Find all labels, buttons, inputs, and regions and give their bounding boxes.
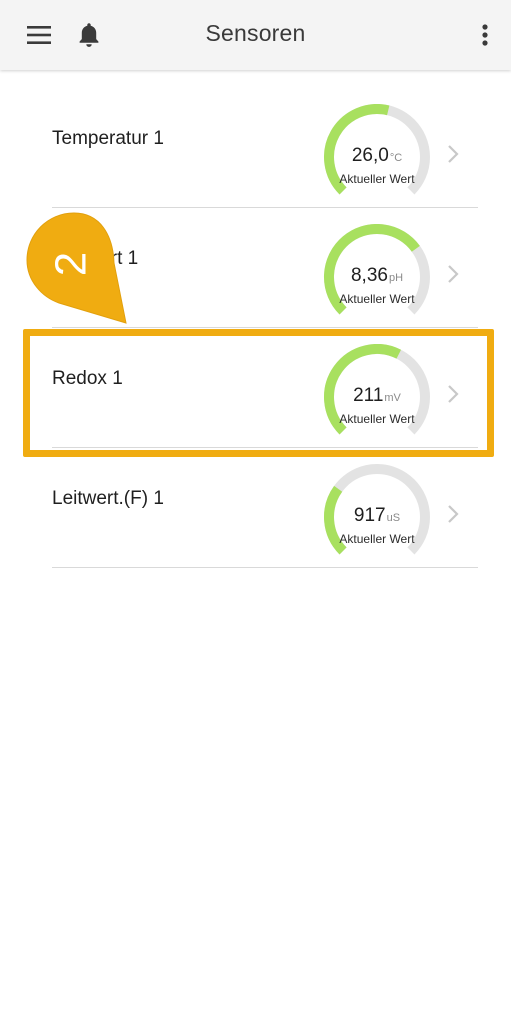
tutorial-step-marker: 2 — [26, 211, 136, 326]
more-options-button[interactable] — [473, 17, 497, 53]
gauge-caption: Aktueller Wert — [339, 172, 415, 186]
gauge-caption: Aktueller Wert — [339, 532, 415, 546]
sensor-list: Temperatur 1 26,0°C Aktueller Wert pH-We… — [0, 88, 511, 568]
chevron-right-icon — [448, 265, 459, 283]
sensor-unit: pH — [388, 272, 404, 284]
sensor-row-redox[interactable]: Redox 1 211mV Aktueller Wert — [52, 328, 478, 448]
top-app-bar: Sensoren — [0, 0, 511, 70]
sensor-unit: °C — [389, 152, 403, 164]
sensor-value: 8,36 — [350, 265, 388, 286]
sensor-value: 26,0 — [351, 145, 389, 166]
sensor-value: 211 — [353, 385, 384, 406]
sensor-row-conductivity[interactable]: Leitwert.(F) 1 917uS Aktueller Wert — [52, 448, 478, 568]
sensor-name: Redox 1 — [52, 368, 123, 389]
chevron-right-icon — [448, 505, 459, 523]
gauge-caption: Aktueller Wert — [339, 412, 415, 426]
sensor-gauge: 917uS Aktueller Wert — [318, 464, 436, 560]
sensor-screen: Sensoren Temperatur 1 26,0°C Aktueller W… — [0, 0, 511, 1024]
sensor-row-temperature[interactable]: Temperatur 1 26,0°C Aktueller Wert — [52, 88, 478, 208]
sensor-gauge: 26,0°C Aktueller Wert — [318, 104, 436, 200]
tutorial-step-number: 2 — [47, 252, 96, 276]
more-vertical-icon — [482, 24, 488, 46]
sensor-name: Leitwert.(F) 1 — [52, 488, 164, 509]
sensor-unit: mV — [384, 392, 401, 404]
sensor-gauge: 211mV Aktueller Wert — [318, 344, 436, 440]
sensor-name: Temperatur 1 — [52, 128, 164, 149]
page-title: Sensoren — [205, 20, 306, 46]
gauge-caption: Aktueller Wert — [339, 292, 415, 306]
chevron-right-icon — [448, 145, 459, 163]
sensor-value: 917 — [353, 505, 386, 526]
chevron-right-icon — [448, 385, 459, 403]
sensor-unit: uS — [386, 512, 401, 524]
sensor-gauge: 8,36pH Aktueller Wert — [318, 224, 436, 320]
